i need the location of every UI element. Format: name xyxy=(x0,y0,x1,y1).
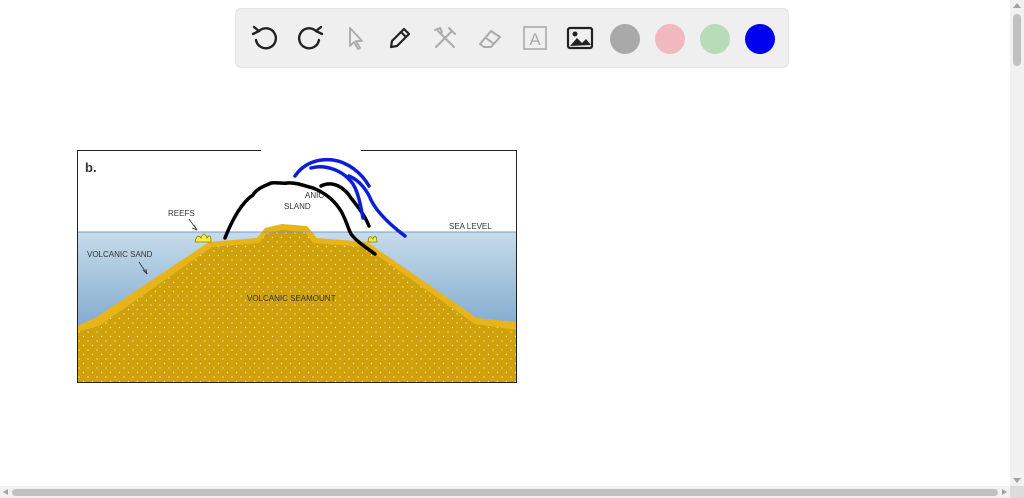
horizontal-scrollbar[interactable] xyxy=(0,486,1010,498)
scroll-up-arrow-icon[interactable] xyxy=(1013,3,1021,8)
eraser-icon xyxy=(479,30,501,48)
seamount-diagram: b. REEFS SEA LEVEL VOLCANIC SAND VOLCANI… xyxy=(77,150,517,383)
scrollbar-corner xyxy=(1010,486,1024,498)
scroll-left-arrow-icon[interactable] xyxy=(3,489,8,495)
vertical-scrollbar[interactable] xyxy=(1010,0,1024,486)
volcanic-sand-label: VOLCANIC SAND xyxy=(87,250,153,259)
select-pointer-icon xyxy=(349,27,363,50)
drawing-toolbar: A xyxy=(235,8,789,68)
reefs-label: REEFS xyxy=(168,209,195,218)
eraser-button[interactable] xyxy=(471,19,509,57)
text-button[interactable]: A xyxy=(516,19,554,57)
horizontal-scroll-thumb[interactable] xyxy=(12,489,998,496)
redo-icon xyxy=(297,25,324,50)
image-button[interactable] xyxy=(561,19,599,57)
color-swatch-green[interactable] xyxy=(700,24,730,54)
redo-button[interactable] xyxy=(291,19,329,57)
text-icon: A xyxy=(523,26,547,50)
drawing-canvas[interactable]: b. REEFS SEA LEVEL VOLCANIC SAND VOLCANI… xyxy=(0,70,1010,486)
panel-label: b. xyxy=(85,160,97,175)
tools-button[interactable] xyxy=(426,19,464,57)
color-swatch-gray[interactable] xyxy=(610,24,640,54)
pen-button[interactable] xyxy=(381,19,419,57)
undo-icon xyxy=(251,25,278,50)
sky-area xyxy=(77,150,517,232)
scroll-right-arrow-icon[interactable] xyxy=(1002,489,1007,495)
pen-icon xyxy=(389,27,411,49)
seamount-label: VOLCANIC SEAMOUNT xyxy=(247,294,336,303)
image-icon xyxy=(566,26,594,50)
sea-level-label: SEA LEVEL xyxy=(449,222,492,231)
color-swatch-pink[interactable] xyxy=(655,24,685,54)
undo-button[interactable] xyxy=(246,19,284,57)
color-swatch-blue[interactable] xyxy=(745,24,775,54)
text-tool-glyph: A xyxy=(529,30,541,49)
tools-icon xyxy=(434,26,456,48)
island-label-line2: SLAND xyxy=(284,202,311,211)
scroll-down-arrow-icon[interactable] xyxy=(1013,478,1021,483)
select-button[interactable] xyxy=(336,19,374,57)
vertical-scroll-thumb[interactable] xyxy=(1013,14,1021,66)
